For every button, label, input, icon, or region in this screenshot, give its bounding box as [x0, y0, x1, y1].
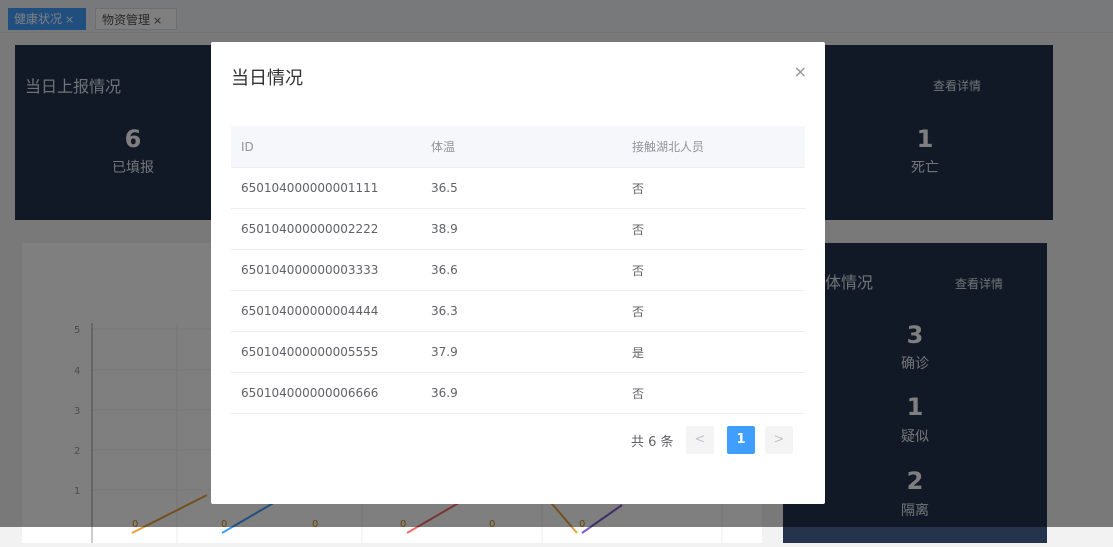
cell-id: 650104000000002222 [231, 208, 421, 250]
cell-hubei-contact: 否 [622, 290, 805, 332]
pagination-total: 共 6 条 [631, 435, 674, 450]
column-header-id[interactable]: ID [231, 126, 421, 168]
cell-temperature: 37.9 [421, 331, 622, 373]
close-icon[interactable]: × [794, 62, 807, 81]
cell-id: 650104000000003333 [231, 249, 421, 291]
column-header-temperature[interactable]: 体温 [421, 126, 622, 168]
cell-hubei-contact: 否 [622, 208, 805, 250]
cell-id: 650104000000001111 [231, 167, 421, 209]
table-row[interactable]: 650104000000005555 37.9 是 [231, 331, 805, 373]
table-header-row: ID 体温 接触湖北人员 [231, 126, 805, 168]
table-row[interactable]: 650104000000002222 38.9 否 [231, 208, 805, 250]
page-number-button[interactable]: 1 [727, 426, 755, 454]
table-row[interactable]: 650104000000006666 36.9 否 [231, 372, 805, 414]
table-row[interactable]: 650104000000003333 36.6 否 [231, 249, 805, 291]
prev-page-button[interactable]: < [686, 426, 714, 454]
cell-hubei-contact: 否 [622, 249, 805, 291]
cell-hubei-contact: 否 [622, 167, 805, 209]
table-row[interactable]: 650104000000004444 36.3 否 [231, 290, 805, 332]
daily-status-dialog: 当日情况 × ID 体温 接触湖北人员 650104000000001111 3… [211, 42, 825, 504]
cell-id: 650104000000005555 [231, 331, 421, 373]
next-page-button[interactable]: > [765, 426, 793, 454]
dialog-title: 当日情况 [231, 68, 303, 89]
status-table: ID 体温 接触湖北人员 650104000000001111 36.5 否 6… [231, 126, 805, 414]
cell-id: 650104000000004444 [231, 290, 421, 332]
cell-id: 650104000000006666 [231, 372, 421, 414]
cell-temperature: 38.9 [421, 208, 622, 250]
cell-temperature: 36.5 [421, 167, 622, 209]
column-header-hubei-contact[interactable]: 接触湖北人员 [622, 126, 805, 168]
cell-hubei-contact: 是 [622, 331, 805, 373]
table-row[interactable]: 650104000000001111 36.5 否 [231, 167, 805, 209]
cell-hubei-contact: 否 [622, 372, 805, 414]
cell-temperature: 36.6 [421, 249, 622, 291]
cell-temperature: 36.9 [421, 372, 622, 414]
cell-temperature: 36.3 [421, 290, 622, 332]
